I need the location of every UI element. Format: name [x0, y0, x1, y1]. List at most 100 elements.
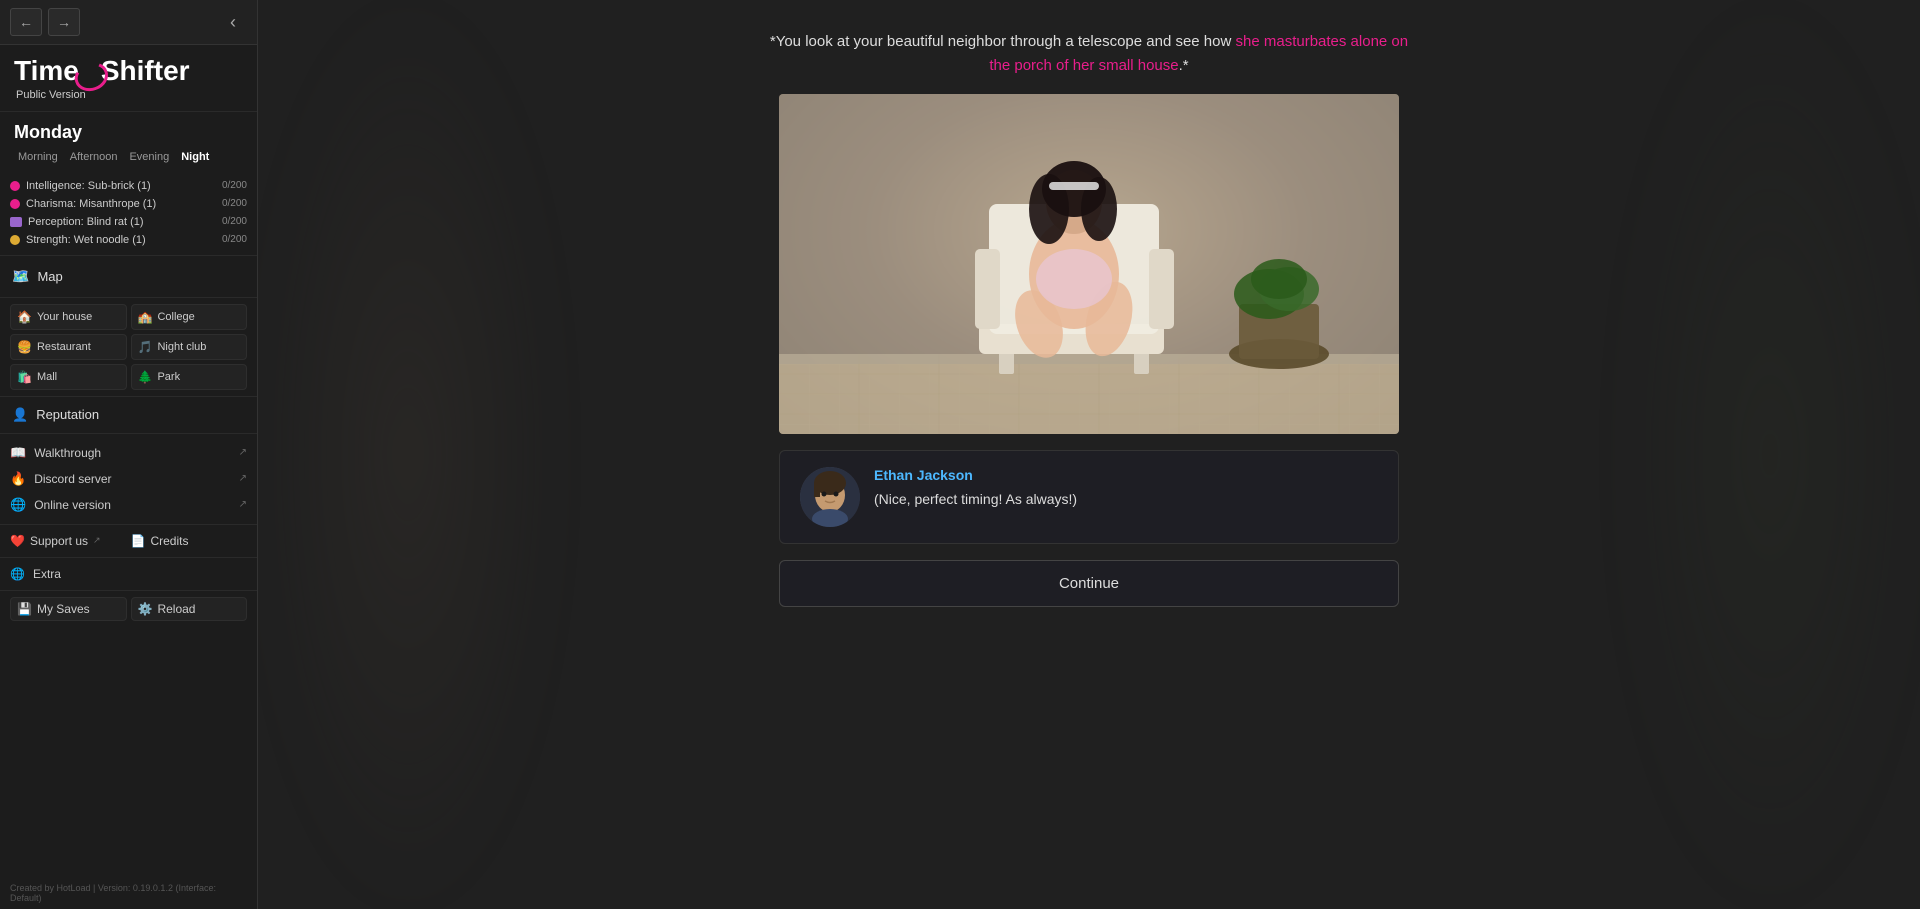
day-label: Monday	[14, 122, 243, 143]
online-version-link[interactable]: 🌐 Online version ↗	[10, 492, 247, 518]
perception-label: Perception: Blind rat (1)	[28, 216, 144, 228]
perception-value: 0/200	[222, 216, 247, 227]
reload-button[interactable]: ⚙️ Reload	[131, 597, 248, 621]
location-night-club[interactable]: 🎵 Night club	[131, 334, 248, 360]
map-button[interactable]: 🗺️ Map	[10, 264, 247, 289]
dialogue-text: (Nice, perfect timing! As always!)	[874, 489, 1378, 510]
extra-button[interactable]: 🌐 Extra	[10, 564, 247, 584]
credits-link[interactable]: 📄 Credits	[131, 531, 248, 551]
my-saves-icon: 💾	[17, 602, 32, 616]
restaurant-label: Restaurant	[37, 341, 91, 353]
narrative-text: *You look at your beautiful neighbor thr…	[759, 30, 1419, 78]
park-label: Park	[157, 371, 180, 383]
reload-label: Reload	[157, 602, 195, 616]
stat-strength: Strength: Wet noodle (1) 0/200	[10, 231, 247, 249]
restaurant-icon: 🍔	[17, 340, 32, 354]
footer-text: Created by HotLoad | Version: 0.19.0.1.2…	[0, 877, 257, 909]
nav-buttons: ← → ‹	[0, 0, 257, 45]
support-us-icon: ❤️	[10, 534, 25, 548]
charisma-label: Charisma: Misanthrope (1)	[26, 198, 156, 210]
reputation-icon: 👤	[12, 407, 28, 423]
map-label: Map	[37, 269, 62, 284]
location-park[interactable]: 🌲 Park	[131, 364, 248, 390]
main-content: *You look at your beautiful neighbor thr…	[739, 30, 1439, 607]
back-button[interactable]: ←	[10, 8, 42, 36]
location-restaurant[interactable]: 🍔 Restaurant	[10, 334, 127, 360]
forward-button[interactable]: →	[48, 8, 80, 36]
college-label: College	[157, 311, 194, 323]
reload-icon: ⚙️	[138, 602, 153, 616]
intelligence-label: Intelligence: Sub-brick (1)	[26, 180, 151, 192]
dialogue-box: Ethan Jackson (Nice, perfect timing! As …	[779, 450, 1399, 544]
college-icon: 🏫	[138, 310, 153, 324]
map-icon: 🗺️	[12, 268, 29, 285]
extra-icon: 🌐	[10, 567, 25, 581]
continue-button[interactable]: Continue	[779, 560, 1399, 607]
title-time: Time	[14, 55, 79, 86]
day-section: Monday Morning Afternoon Evening Night	[0, 112, 257, 171]
bottom-links-section: ❤️ Support us ↗ 📄 Credits	[0, 525, 257, 558]
walkthrough-link[interactable]: 📖 Walkthrough ↗	[10, 440, 247, 466]
links-section: 📖 Walkthrough ↗ 🔥 Discord server ↗ 🌐 Onl…	[0, 434, 257, 525]
sidebar: ← → ‹ Time Shifter Public Version Monday …	[0, 0, 258, 909]
app-title: Time Shifter	[14, 57, 190, 87]
scene-svg	[779, 94, 1399, 434]
app-subtitle: Public Version	[16, 89, 243, 101]
stat-intelligence: Intelligence: Sub-brick (1) 0/200	[10, 177, 247, 195]
tab-night[interactable]: Night	[177, 149, 213, 165]
location-mall[interactable]: 🛍️ Mall	[10, 364, 127, 390]
discord-link[interactable]: 🔥 Discord server ↗	[10, 466, 247, 492]
figure-area	[779, 94, 1399, 434]
support-us-ext-icon: ↗	[93, 535, 101, 546]
stat-charisma: Charisma: Misanthrope (1) 0/200	[10, 195, 247, 213]
avatar-svg	[800, 467, 860, 527]
credits-icon: 📄	[131, 534, 146, 548]
support-us-link[interactable]: ❤️ Support us ↗	[10, 531, 127, 551]
main-content-area: *You look at your beautiful neighbor thr…	[258, 0, 1920, 909]
park-icon: 🌲	[138, 370, 153, 384]
charisma-value: 0/200	[222, 198, 247, 209]
dialogue-content: Ethan Jackson (Nice, perfect timing! As …	[874, 467, 1378, 510]
intelligence-value: 0/200	[222, 180, 247, 191]
discord-icon: 🔥	[10, 471, 26, 487]
strength-dot	[10, 235, 20, 245]
stat-perception: Perception: Blind rat (1) 0/200	[10, 213, 247, 231]
logo-section: Time Shifter Public Version	[0, 45, 257, 112]
reputation-button[interactable]: 👤 Reputation	[10, 403, 247, 427]
location-your-house[interactable]: 🏠 Your house	[10, 304, 127, 330]
online-version-label: Online version	[34, 498, 111, 512]
online-version-ext-icon: ↗	[239, 499, 247, 510]
extra-label: Extra	[33, 567, 61, 581]
intelligence-dot	[10, 181, 20, 191]
tab-afternoon[interactable]: Afternoon	[66, 149, 122, 165]
map-section: 🗺️ Map	[0, 256, 257, 298]
walkthrough-ext-icon: ↗	[239, 447, 247, 458]
tab-evening[interactable]: Evening	[125, 149, 173, 165]
title-shifter: Shifter	[101, 55, 190, 86]
charisma-dot	[10, 199, 20, 209]
your-house-icon: 🏠	[17, 310, 32, 324]
mall-icon: 🛍️	[17, 370, 32, 384]
narrative-before: *You look at your beautiful neighbor thr…	[770, 33, 1236, 50]
scene-image	[779, 94, 1399, 434]
stats-section: Intelligence: Sub-brick (1) 0/200 Charis…	[0, 171, 257, 256]
collapse-button[interactable]: ‹	[219, 8, 247, 36]
night-club-icon: 🎵	[138, 340, 153, 354]
my-saves-label: My Saves	[37, 602, 90, 616]
locations-grid: 🏠 Your house 🏫 College 🍔 Restaurant 🎵 Ni…	[0, 298, 257, 397]
support-us-label: Support us	[30, 534, 88, 548]
credits-label: Credits	[150, 534, 188, 548]
strength-value: 0/200	[222, 234, 247, 245]
reputation-section: 👤 Reputation	[0, 397, 257, 434]
night-club-label: Night club	[157, 341, 206, 353]
character-name: Ethan Jackson	[874, 467, 1378, 483]
scene-image-inner	[779, 94, 1399, 434]
tab-morning[interactable]: Morning	[14, 149, 62, 165]
discord-label: Discord server	[34, 472, 111, 486]
location-college[interactable]: 🏫 College	[131, 304, 248, 330]
reputation-label: Reputation	[36, 407, 99, 422]
my-saves-button[interactable]: 💾 My Saves	[10, 597, 127, 621]
extra-section: 🌐 Extra	[0, 558, 257, 591]
your-house-label: Your house	[37, 311, 92, 323]
character-avatar	[800, 467, 860, 527]
